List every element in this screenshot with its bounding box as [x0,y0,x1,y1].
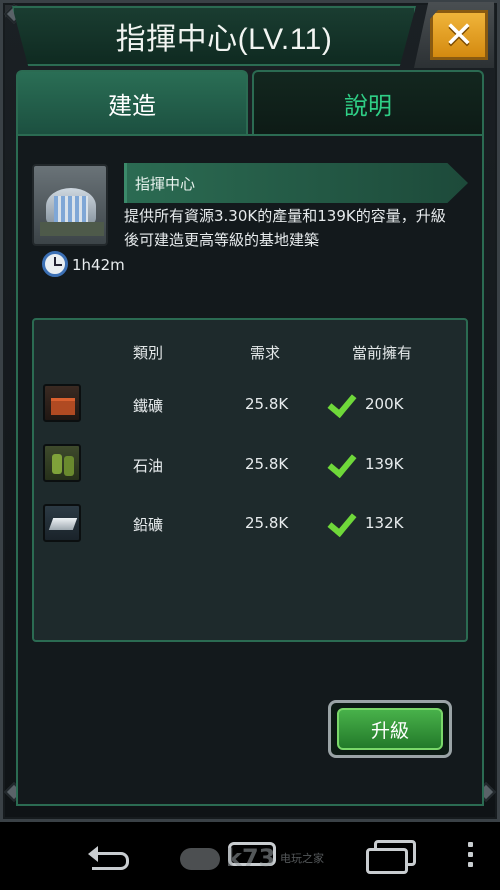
lead-ingot-icon [43,504,81,542]
resource-owned: 139K [365,455,404,473]
resource-name: 石油 [133,457,164,475]
command-center-building-icon [32,164,108,246]
building-description: 提供所有資源3.30K的產量和139K的容量，升級後可建造更高等級的基地建築 [124,207,446,249]
title-bar: 指揮中心(LV.11) [12,6,416,66]
recent-apps-icon[interactable] [366,840,416,874]
resource-owned: 132K [365,514,404,532]
upgrade-button-label[interactable]: 升級 [337,708,443,750]
header-category: 類別 [133,344,164,362]
resource-required: 25.8K [245,514,289,532]
iron-ore-icon [43,384,81,422]
check-icon [328,392,358,416]
upgrade-button[interactable]: 升級 [328,700,452,758]
tab-bar: 建造 說明 [16,70,484,134]
back-icon[interactable] [88,844,132,870]
clock-icon [42,251,68,277]
watermark-brand: k73 [226,844,276,872]
check-icon [328,511,358,535]
dialog-title: 指揮中心(LV.11) [115,23,333,56]
resource-requirements-box [32,318,468,642]
tab-build[interactable]: 建造 [16,70,248,134]
building-name-banner: 指揮中心 [124,163,468,203]
watermark-text: 电玩之家 [280,852,324,865]
tab-description[interactable]: 說明 [252,70,484,134]
resource-name: 鉛礦 [133,516,164,534]
close-icon[interactable]: ✕ [430,10,488,60]
resource-owned: 200K [365,395,404,413]
resource-name: 鐵礦 [133,397,164,415]
gamepad-icon [180,848,220,870]
resource-required: 25.8K [245,455,289,473]
menu-dots-icon[interactable] [468,842,474,870]
header-required: 需求 [250,344,281,362]
resource-required: 25.8K [245,395,289,413]
check-icon [328,452,358,476]
oil-barrel-icon [43,444,81,482]
build-time: 1h42m [72,256,125,274]
watermark-logo: k73 电玩之家 [180,838,330,878]
header-owned: 當前擁有 [352,344,413,362]
